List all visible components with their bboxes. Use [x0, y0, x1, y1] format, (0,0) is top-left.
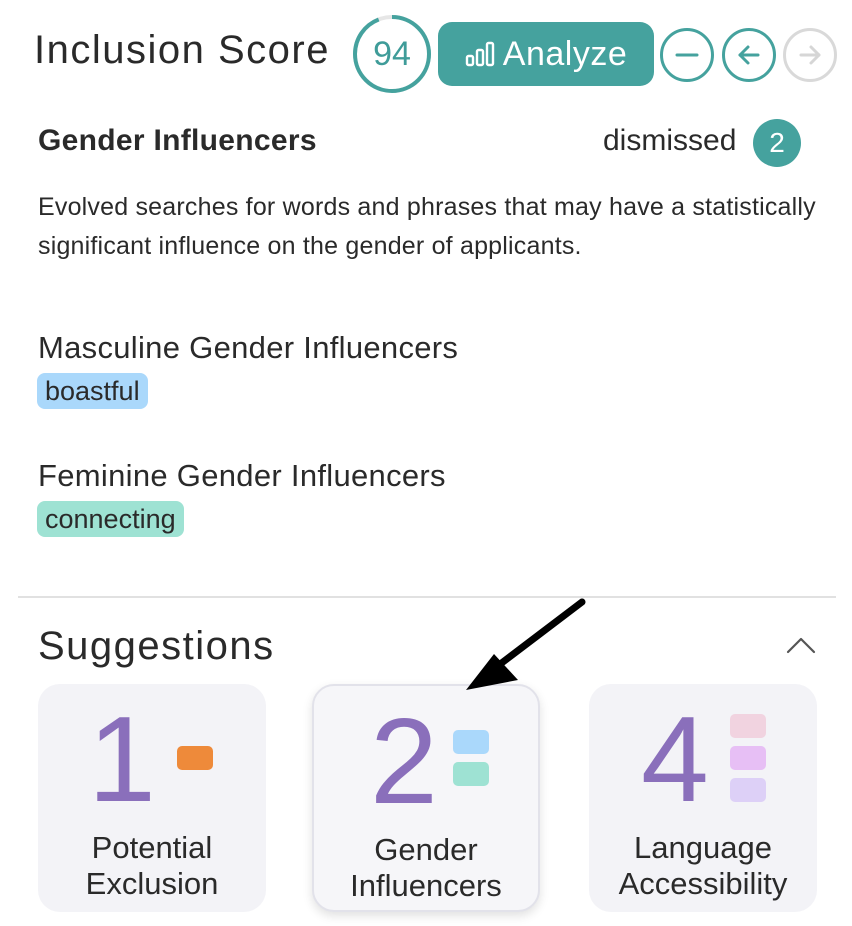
- feminine-word-chip[interactable]: connecting: [37, 501, 184, 537]
- suggestions-collapse-button[interactable]: [782, 630, 820, 660]
- analyze-button-label: Analyze: [502, 34, 628, 73]
- suggestion-label-line: Exclusion: [85, 866, 219, 901]
- suggestion-label: Language Accessibility: [589, 830, 817, 902]
- annotation-arrow-icon: [466, 598, 586, 690]
- minus-icon: [675, 53, 699, 57]
- analyze-button[interactable]: Analyze: [438, 22, 654, 86]
- chevron-up-icon: [786, 637, 816, 654]
- panel-title: Inclusion Score: [34, 28, 330, 72]
- feminine-group-label: Feminine Gender Influencers: [38, 458, 446, 493]
- suggestion-label: Gender Influencers: [314, 832, 538, 904]
- arrow-right-icon: [799, 45, 821, 65]
- category-swatch: [730, 778, 766, 802]
- dismissed-count-badge[interactable]: 2: [753, 119, 801, 167]
- section-description: Evolved searches for words and phrases t…: [38, 193, 816, 260]
- suggestion-label-line: Accessibility: [618, 866, 788, 901]
- category-swatch: [730, 746, 766, 770]
- inclusion-score-ring: 94: [352, 14, 432, 94]
- inclusion-panel: Inclusion Score 94 Analyze Gender Influe…: [0, 0, 852, 926]
- category-swatch: [453, 762, 489, 786]
- panel-header: Inclusion Score 94 Analyze: [0, 0, 852, 110]
- collapse-panel-button[interactable]: [660, 28, 714, 82]
- arrow-left-icon: [738, 45, 760, 65]
- bar-chart-icon: [465, 41, 494, 67]
- category-swatch: [730, 714, 766, 738]
- suggestion-count: 1: [88, 691, 156, 827]
- suggestion-count: 2: [370, 693, 438, 829]
- suggestion-card-gender-influencers[interactable]: 2 Gender Influencers: [312, 684, 540, 912]
- section-title: Gender Influencers: [38, 124, 317, 157]
- inclusion-score-value: 94: [373, 35, 411, 73]
- category-swatch: [453, 730, 489, 754]
- category-swatch: [177, 746, 213, 770]
- suggestions-title: Suggestions: [38, 624, 275, 668]
- divider: [18, 596, 836, 598]
- suggestion-label-line: Gender: [374, 832, 478, 867]
- suggestion-label-line: Potential: [91, 830, 213, 865]
- masculine-group-label: Masculine Gender Influencers: [38, 330, 459, 365]
- dismissed-label[interactable]: dismissed: [603, 124, 736, 158]
- masculine-word-chip[interactable]: boastful: [37, 373, 148, 409]
- previous-button[interactable]: [722, 28, 776, 82]
- suggestion-label-line: Language: [634, 830, 772, 865]
- suggestion-count: 4: [641, 691, 709, 827]
- suggestion-card-language-accessibility[interactable]: 4 Language Accessibility: [589, 684, 817, 912]
- suggestion-label-line: Influencers: [350, 868, 502, 903]
- suggestion-label: Potential Exclusion: [38, 830, 266, 902]
- next-button[interactable]: [783, 28, 837, 82]
- suggestion-card-potential-exclusion[interactable]: 1 Potential Exclusion: [38, 684, 266, 912]
